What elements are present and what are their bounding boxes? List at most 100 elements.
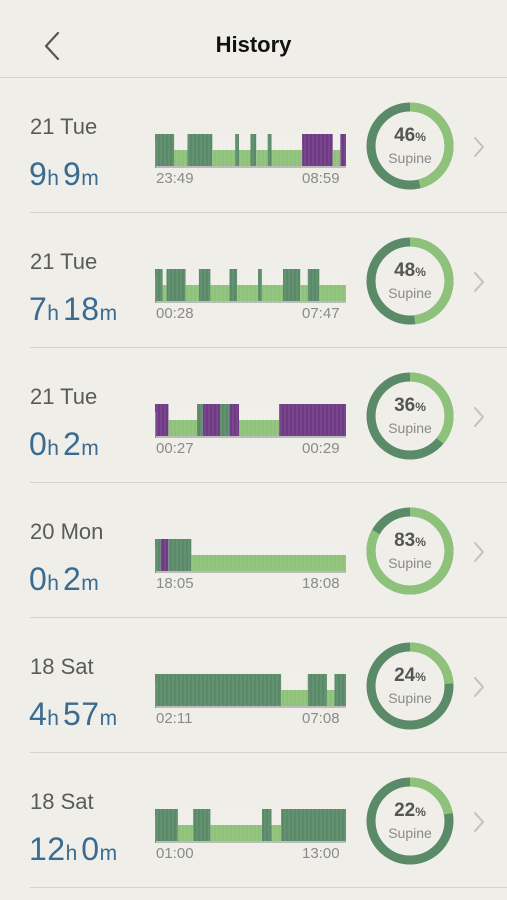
timeline-segment-side <box>168 539 192 571</box>
supine-label: Supine <box>388 420 432 436</box>
history-row[interactable]: 21 Tue 9h 9m 23:49 08:59 46% Supine <box>29 78 507 213</box>
history-row[interactable]: 21 Tue 7h 18m 00:28 07:47 48% Supine <box>29 213 507 348</box>
percent-sign: % <box>415 670 426 684</box>
supine-percentage: 48% <box>364 260 456 282</box>
history-row-content: 18 Sat 12h 0m 01:00 13:00 22% Supine <box>0 753 507 888</box>
day-label: 21 Tue <box>30 249 98 274</box>
start-time: 02:11 <box>156 710 193 727</box>
duration-minutes: 18 <box>62 291 100 327</box>
percent-value: 36 <box>394 395 416 416</box>
timeline-segment-prone <box>229 404 239 436</box>
history-row[interactable]: 18 Sat 4h 57m 02:11 07:08 24% Supine <box>29 618 507 753</box>
day-label: 21 Tue <box>30 384 98 409</box>
percent-value: 48 <box>394 260 416 281</box>
supine-label: Supine <box>388 690 432 706</box>
end-time: 13:00 <box>302 845 340 862</box>
timeline-segment-side <box>334 674 346 706</box>
history-row-content: 20 Mon 0h 2m 18:05 18:08 83% Supine <box>0 483 507 618</box>
supine-percentage: 24% <box>364 665 456 687</box>
timeline-segment-supine <box>212 150 236 166</box>
supine-label: Supine <box>388 555 432 571</box>
percent-sign: % <box>415 130 426 144</box>
duration-minutes-unit: m <box>81 437 99 460</box>
duration-minutes-unit: m <box>99 707 118 730</box>
timeline-segment-side <box>267 134 272 166</box>
end-time: 18:08 <box>302 575 340 592</box>
duration-minutes-unit: m <box>81 572 99 595</box>
start-time: 01:00 <box>156 845 194 862</box>
page-title: History <box>215 32 292 57</box>
percent-sign: % <box>415 535 426 549</box>
position-timeline <box>155 539 346 573</box>
start-time: 00:28 <box>156 305 194 322</box>
history-row-content: 18 Sat 4h 57m 02:11 07:08 24% Supine <box>0 618 507 753</box>
percent-value: 83 <box>394 530 416 551</box>
supine-percentage: 83% <box>364 530 456 552</box>
position-timeline <box>155 674 346 708</box>
duration-hours: 0 <box>29 561 48 597</box>
sleep-duration: 7h 18m <box>29 291 121 328</box>
supine-label: Supine <box>388 825 432 841</box>
duration-minutes-unit: m <box>81 167 99 190</box>
position-timeline <box>155 134 346 168</box>
percent-value: 46 <box>394 125 416 146</box>
sleep-duration: 0h 2m <box>29 561 103 598</box>
percent-sign: % <box>415 805 426 819</box>
timeline-segment-side <box>155 809 178 841</box>
duration-hours-unit: h <box>47 707 59 730</box>
duration-minutes: 2 <box>62 561 82 597</box>
chevron-right-icon <box>474 137 484 157</box>
start-time: 00:27 <box>156 440 194 457</box>
percent-value: 22 <box>394 800 416 821</box>
sleep-duration: 0h 2m <box>29 426 103 463</box>
sleep-duration: 4h 57m <box>29 696 121 733</box>
timeline-segment-side <box>262 809 272 841</box>
day-label: 18 Sat <box>30 654 94 679</box>
chevron-right-icon <box>474 272 484 292</box>
timeline-segment-side <box>281 809 346 841</box>
day-label: 20 Mon <box>30 519 104 544</box>
duration-minutes: 57 <box>62 696 100 732</box>
supine-label: Supine <box>388 150 432 166</box>
end-time: 07:47 <box>302 305 340 322</box>
chevron-right-icon <box>474 677 484 697</box>
supine-percentage: 36% <box>364 395 456 417</box>
duration-hours: 12 <box>29 831 66 867</box>
history-row[interactable]: 21 Tue 0h 2m 00:27 00:29 36% Supine <box>29 348 507 483</box>
position-timeline <box>155 809 346 843</box>
duration-minutes: 2 <box>62 426 82 462</box>
duration-hours-unit: h <box>47 437 59 460</box>
chevron-right-icon <box>474 407 484 427</box>
end-time: 00:29 <box>302 440 340 457</box>
duration-hours-unit: h <box>65 842 78 865</box>
day-label: 18 Sat <box>30 789 94 814</box>
timeline-segment-side <box>307 269 320 301</box>
timeline-segment-supine <box>332 150 341 166</box>
timeline-segment-supine <box>237 285 259 301</box>
history-row-content: 21 Tue 9h 9m 23:49 08:59 46% Supine <box>0 78 507 213</box>
end-time: 08:59 <box>302 170 340 187</box>
position-timeline <box>155 404 346 438</box>
history-list: 21 Tue 9h 9m 23:49 08:59 46% Supine 21 Tue 7h 18m… <box>0 78 507 888</box>
duration-hours: 4 <box>29 696 48 732</box>
duration-hours: 9 <box>29 156 48 192</box>
position-timeline <box>155 269 346 303</box>
history-row[interactable]: 20 Mon 0h 2m 18:05 18:08 83% Supine <box>29 483 507 618</box>
timeline-segment-side <box>197 404 203 436</box>
history-row-content: 21 Tue 7h 18m 00:28 07:47 48% Supine <box>0 213 507 348</box>
timeline-segment-side <box>155 674 282 706</box>
duration-minutes-unit: m <box>99 302 118 325</box>
percent-value: 24 <box>394 665 416 686</box>
timeline-segment-side <box>193 809 211 841</box>
chevron-right-icon <box>474 812 484 832</box>
timeline-segment-supine <box>271 150 303 166</box>
timeline-segment-supine <box>256 150 268 166</box>
supine-percentage: 22% <box>364 800 456 822</box>
history-row-content: 21 Tue 0h 2m 00:27 00:29 36% Supine <box>0 348 507 483</box>
history-row[interactable]: 18 Sat 12h 0m 01:00 13:00 22% Supine <box>29 753 507 888</box>
duration-minutes-unit: m <box>99 842 118 865</box>
supine-percentage: 46% <box>364 125 456 147</box>
timeline-segment-side <box>283 269 301 301</box>
start-time: 23:49 <box>156 170 194 187</box>
chevron-right-icon <box>474 542 484 562</box>
